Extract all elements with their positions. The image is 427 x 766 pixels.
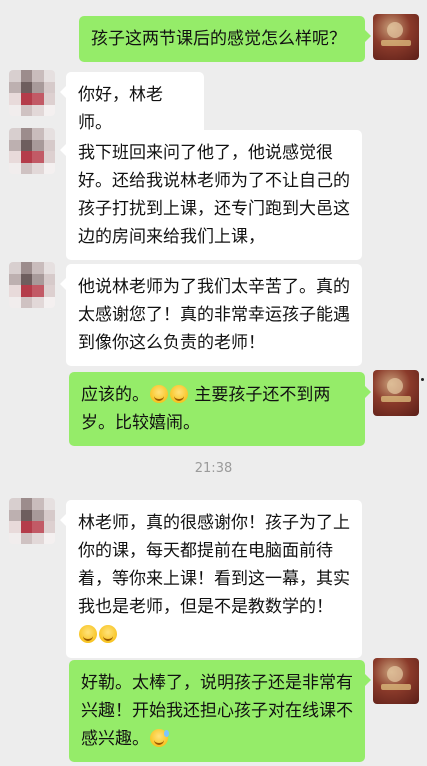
message-row: 他说林老师为了我们太辛苦了。真的太感谢您了！真的非常幸运孩子能遇到像你这么负责的… bbox=[0, 262, 427, 366]
message-row: 孩子这两节课后的感觉怎么样呢？ bbox=[0, 14, 427, 64]
message-bubble-incoming[interactable]: 我下班回来问了他了，他说感觉很好。还给我说林老师为了不让自己的孩子打扰到上课，还… bbox=[60, 130, 362, 260]
parent-avatar[interactable] bbox=[9, 70, 55, 116]
teacher-avatar[interactable] bbox=[373, 370, 419, 416]
message-row: 你好，林老师。 bbox=[0, 70, 427, 146]
sweat-smile-emoji bbox=[150, 729, 169, 747]
message-row: 我下班回来问了他了，他说感觉很好。还给我说林老师为了不让自己的孩子打扰到上课，还… bbox=[0, 128, 427, 260]
message-text: 孩子这两节课后的感觉怎么样呢？ bbox=[91, 29, 346, 49]
message-text: 应该的。 bbox=[81, 385, 149, 405]
message-text: 好勒。太棒了，说明孩子还是非常有兴趣！开始我还担心孩子对在线课不感兴趣。 bbox=[81, 673, 353, 749]
smile-emoji bbox=[150, 385, 168, 403]
message-text: 你好，林老师。 bbox=[78, 85, 163, 133]
teacher-avatar[interactable] bbox=[373, 658, 419, 704]
message-bubble-incoming[interactable]: 他说林老师为了我们太辛苦了。真的太感谢您了！真的非常幸运孩子能遇到像你这么负责的… bbox=[60, 264, 362, 366]
smile-emoji bbox=[99, 625, 117, 643]
message-text: 他说林老师为了我们太辛苦了。真的太感谢您了！真的非常幸运孩子能遇到像你这么负责的… bbox=[78, 277, 350, 353]
message-bubble-outgoing[interactable]: 好勒。太棒了，说明孩子还是非常有兴趣！开始我还担心孩子对在线课不感兴趣。 bbox=[69, 660, 371, 762]
smile-emoji bbox=[170, 385, 188, 403]
message-bubble-incoming[interactable]: 林老师，真的很感谢你！孩子为了上你的课，每天都提前在电脑面前待着，等你来上课！看… bbox=[60, 500, 362, 658]
message-row: 林老师，真的很感谢你！孩子为了上你的课，每天都提前在电脑面前待着，等你来上课！看… bbox=[0, 498, 427, 658]
message-bubble-outgoing[interactable]: 孩子这两节课后的感觉怎么样呢？ bbox=[79, 16, 371, 62]
message-row: 应该的。 主要孩子还不到两岁。比较嬉闹。 bbox=[0, 370, 427, 446]
timestamp: 21:38 bbox=[194, 461, 233, 476]
message-text: 林老师，真的很感谢你！孩子为了上你的课，每天都提前在电脑面前待着，等你来上课！看… bbox=[78, 513, 350, 617]
parent-avatar[interactable] bbox=[9, 128, 55, 174]
teacher-avatar[interactable] bbox=[373, 14, 419, 60]
cursor-dot bbox=[421, 378, 424, 381]
message-row: 好勒。太棒了，说明孩子还是非常有兴趣！开始我还担心孩子对在线课不感兴趣。 bbox=[0, 658, 427, 762]
smile-emoji bbox=[79, 625, 97, 643]
parent-avatar[interactable] bbox=[9, 498, 55, 544]
parent-avatar[interactable] bbox=[9, 262, 55, 308]
message-bubble-outgoing[interactable]: 应该的。 主要孩子还不到两岁。比较嬉闹。 bbox=[69, 372, 371, 446]
message-text: 我下班回来问了他了，他说感觉很好。还给我说林老师为了不让自己的孩子打扰到上课，还… bbox=[78, 143, 350, 247]
